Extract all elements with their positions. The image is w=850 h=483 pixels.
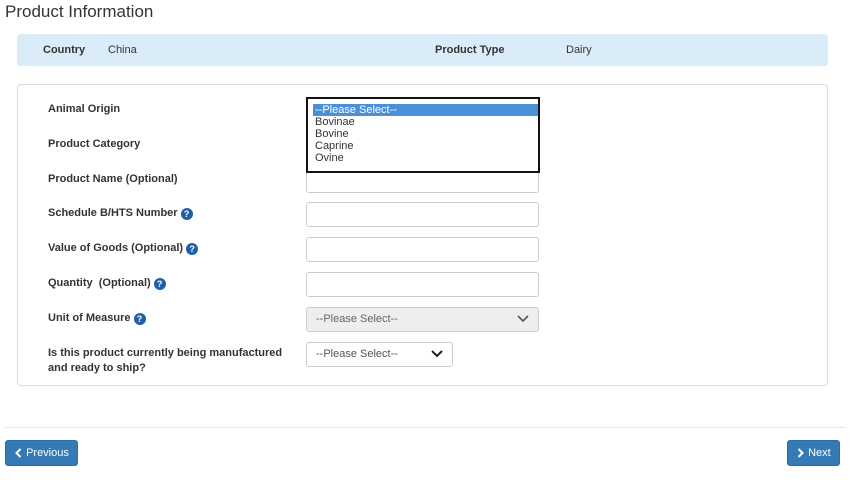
quantity-input[interactable] — [306, 272, 539, 297]
animal-origin-option[interactable]: Bovine — [308, 128, 538, 140]
previous-button-label: Previous — [26, 447, 69, 459]
question-circle-icon[interactable]: ? — [133, 313, 146, 325]
manufactured-label-line1: Is this product currently being manufact… — [48, 347, 283, 359]
quantity-label-row: Quantity (Optional)? — [48, 276, 166, 291]
hts-number-input[interactable] — [306, 202, 539, 227]
hts-number-label-row: Schedule B/HTS Number? — [48, 206, 193, 221]
value-of-goods-input[interactable] — [306, 237, 539, 262]
next-button-label: Next — [808, 447, 831, 459]
animal-origin-label: Animal Origin — [48, 103, 121, 115]
unit-of-measure-label: Unit of Measure — [48, 312, 131, 324]
animal-origin-listbox[interactable]: --Please Select-- Bovinae Bovine Caprine… — [306, 97, 540, 173]
product-name-label: Product Name (Optional) — [48, 173, 178, 185]
country-label: Country — [43, 44, 86, 56]
value-of-goods-label-row: Value of Goods (Optional)? — [48, 241, 199, 256]
unit-of-measure-select[interactable]: --Please Select-- — [306, 307, 539, 332]
manufactured-value: --Please Select-- — [316, 348, 398, 360]
manufactured-label: Is this product currently being manufact… — [48, 346, 282, 376]
chevron-left-icon — [15, 448, 22, 458]
country-value: China — [108, 44, 137, 56]
value-of-goods-label: Value of Goods (Optional) — [48, 242, 184, 254]
divider — [5, 427, 845, 428]
manufactured-label-line2: and ready to ship? — [48, 362, 146, 374]
product-category-label: Product Category — [48, 138, 141, 150]
next-button[interactable]: Next — [787, 440, 840, 466]
question-circle-icon[interactable]: ? — [186, 243, 199, 255]
page-title: Product Information — [5, 2, 154, 21]
product-type-value: Dairy — [566, 44, 592, 56]
unit-of-measure-label-row: Unit of Measure? — [48, 311, 146, 326]
unit-of-measure-value: --Please Select-- — [316, 313, 398, 325]
manufactured-select[interactable]: --Please Select-- — [306, 342, 453, 367]
chevron-down-icon — [517, 315, 529, 323]
quantity-label: Quantity (Optional) — [48, 277, 151, 289]
animal-origin-option[interactable]: Ovine — [308, 152, 538, 164]
hts-number-label: Schedule B/HTS Number — [48, 207, 178, 219]
animal-origin-option[interactable]: Caprine — [308, 140, 538, 152]
previous-button[interactable]: Previous — [5, 440, 78, 466]
summary-bar: Country China Product Type Dairy — [17, 34, 828, 66]
product-type-label: Product Type — [435, 44, 505, 56]
question-circle-icon[interactable]: ? — [180, 208, 193, 220]
animal-origin-option[interactable]: --Please Select-- — [313, 104, 538, 116]
chevron-down-icon — [431, 350, 443, 358]
animal-origin-option[interactable]: Bovinae — [308, 116, 538, 128]
chevron-right-icon — [797, 448, 804, 458]
question-circle-icon[interactable]: ? — [153, 278, 166, 290]
